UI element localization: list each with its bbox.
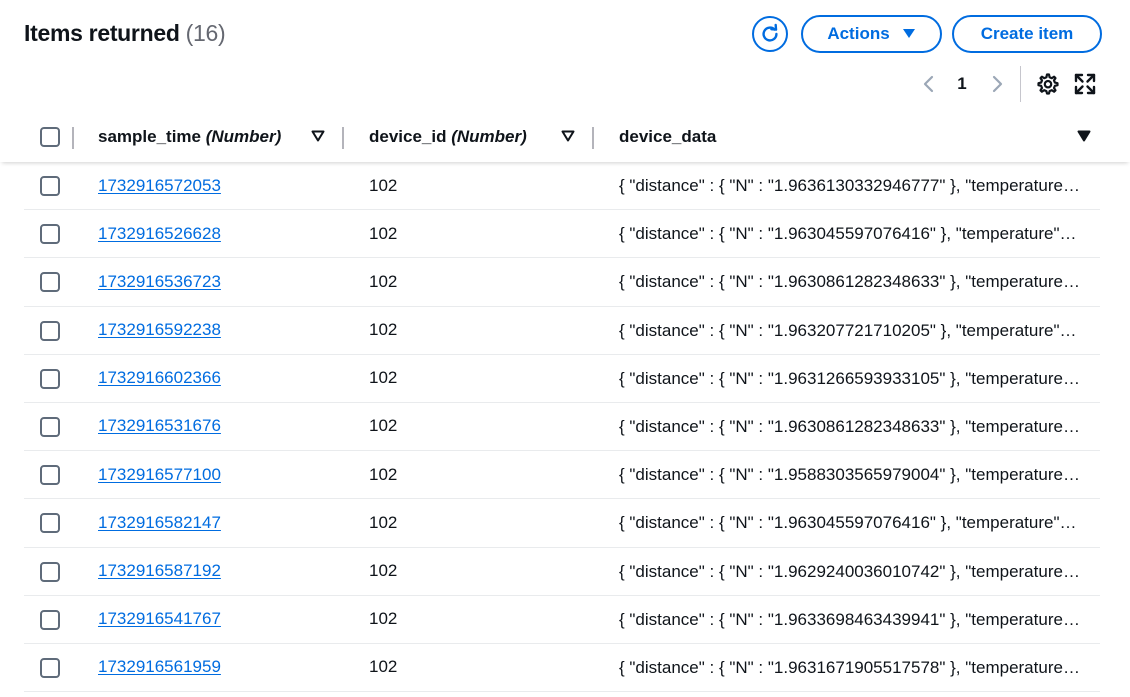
sample-time-link[interactable]: 1732916602366 [98, 355, 221, 402]
device-data-cell: { "distance" : { "N" : "1.96320772171020… [619, 320, 1081, 340]
device-data-cell: { "distance" : { "N" : "1.96308612823486… [619, 416, 1081, 436]
row-checkbox[interactable] [40, 320, 60, 341]
refresh-icon [762, 23, 778, 42]
row-checkbox[interactable] [40, 465, 60, 486]
device-id-cell: 102 [369, 223, 398, 243]
caret-down-icon [902, 29, 915, 38]
column-header-sample-time[interactable]: sample_time (Number) [98, 112, 281, 162]
device-id-cell: 102 [369, 512, 398, 532]
device-data-cell: { "distance" : { "N" : "1.96304559707641… [619, 224, 1081, 244]
select-all-checkbox[interactable] [40, 127, 60, 147]
row-checkbox[interactable] [40, 657, 60, 678]
table-row[interactable]: 1732916572053 102 { "distance" : { "N" : "… [24, 162, 1100, 211]
chevron-right-icon [992, 75, 1003, 93]
device-data-cell: { "distance" : { "N" : "1.96304559707641… [619, 513, 1081, 533]
column-type: (Number) [451, 127, 527, 146]
actions-label: Actions [827, 24, 890, 43]
sample-time-link[interactable]: 1732916536723 [98, 258, 221, 305]
device-data-cell: { "distance" : { "N" : "1.96316719055175… [619, 657, 1081, 677]
actions-button[interactable]: Actions [801, 15, 942, 53]
sample-time-link[interactable]: 1732916592238 [98, 307, 221, 354]
row-checkbox[interactable] [40, 176, 60, 196]
row-checkbox[interactable] [40, 513, 60, 534]
device-data-cell: { "distance" : { "N" : "1.96336984634399… [619, 609, 1081, 629]
column-divider[interactable] [342, 127, 344, 149]
device-data-cell: { "distance" : { "N" : "1.96308612823486… [619, 272, 1081, 292]
sort-down-icon[interactable] [561, 129, 575, 143]
device-id-cell: 102 [369, 609, 398, 629]
toolbar-divider [1020, 66, 1021, 102]
sample-time-link[interactable]: 1732916582147 [98, 499, 221, 546]
device-id-cell: 102 [369, 175, 398, 195]
device-data-cell: { "distance" : { "N" : "1.96292400360107… [619, 561, 1081, 581]
sample-time-link[interactable]: 1732916577100 [98, 451, 221, 498]
device-id-cell: 102 [369, 271, 398, 291]
create-item-button[interactable]: Create item [952, 15, 1102, 53]
chevron-left-icon [923, 75, 934, 93]
device-data-cell: { "distance" : { "N" : "1.96361303329467… [619, 176, 1081, 195]
column-header-device-data[interactable]: device_data [619, 112, 716, 162]
column-divider[interactable] [592, 127, 594, 149]
next-page-button[interactable] [988, 70, 1008, 98]
device-id-cell: 102 [369, 561, 398, 580]
device-id-cell: 102 [369, 657, 398, 677]
table-row[interactable]: 1732916587192 102 { "distance" : { "N" : "… [24, 548, 1100, 596]
device-id-cell: 102 [369, 320, 398, 340]
device-data-cell: { "distance" : { "N" : "1.96312665939331… [619, 368, 1081, 388]
sample-time-link[interactable]: 1732916561959 [98, 644, 221, 691]
column-name: device_data [619, 127, 717, 146]
table-row[interactable]: 1732916561959 102 { "distance" : { "N" : "… [24, 644, 1100, 693]
column-type: (Number) [205, 127, 282, 146]
page-title: Items returned (16) [24, 20, 226, 47]
column-header-device-id[interactable]: device_id (Number) [369, 112, 527, 162]
sort-down-icon[interactable] [1077, 129, 1091, 143]
current-page-number[interactable]: 1 [952, 70, 972, 98]
sample-time-link[interactable]: 1732916541767 [98, 596, 221, 643]
table-row[interactable]: 1732916531676 102 { "distance" : { "N" : "… [24, 403, 1100, 452]
device-id-cell: 102 [369, 368, 398, 388]
row-checkbox[interactable] [40, 416, 60, 437]
column-name: device_id [369, 127, 447, 146]
row-checkbox[interactable] [40, 368, 60, 389]
create-item-label: Create item [980, 24, 1074, 43]
row-checkbox[interactable] [40, 272, 60, 293]
table-row[interactable]: 1732916602366 102 { "distance" : { "N" : "… [24, 355, 1100, 403]
row-checkbox[interactable] [40, 561, 60, 582]
expand-icon[interactable] [1074, 73, 1096, 95]
table-row[interactable]: 1732916582147 102 { "distance" : { "N" : "… [24, 499, 1100, 548]
table-row[interactable]: 1732916541767 102 { "distance" : { "N" : "… [24, 596, 1100, 644]
sort-down-icon[interactable] [311, 129, 325, 143]
sample-time-link[interactable]: 1732916587192 [98, 548, 221, 595]
previous-page-button[interactable] [918, 70, 938, 98]
row-checkbox[interactable] [40, 224, 60, 245]
table-body: 1732916572053 102 { "distance" : { "N" : "… [0, 162, 1130, 693]
refresh-button[interactable] [752, 16, 788, 52]
device-data-cell: { "distance" : { "N" : "1.95883035659790… [619, 465, 1081, 485]
item-count: (16) [185, 20, 226, 46]
table-row[interactable]: 1732916592238 102 { "distance" : { "N" : "… [24, 307, 1100, 355]
column-name: sample_time [98, 127, 201, 146]
sample-time-link[interactable]: 1732916572053 [98, 162, 221, 209]
table-header: sample_time (Number) device_id (Number) … [0, 112, 1130, 162]
table-row[interactable]: 1732916577100 102 { "distance" : { "N" : "… [24, 451, 1100, 500]
device-id-cell: 102 [369, 464, 398, 484]
table-row[interactable]: 1732916536723 102 { "distance" : { "N" : "… [24, 258, 1100, 307]
column-divider [72, 127, 74, 149]
table-row[interactable]: 1732916526628 102 { "distance" : { "N" : "… [24, 210, 1100, 259]
device-id-cell: 102 [369, 416, 398, 436]
gear-icon[interactable] [1036, 72, 1060, 96]
sample-time-link[interactable]: 1732916531676 [98, 403, 221, 450]
sample-time-link[interactable]: 1732916526628 [98, 210, 221, 257]
row-checkbox[interactable] [40, 609, 60, 630]
title-text: Items returned [24, 20, 180, 46]
